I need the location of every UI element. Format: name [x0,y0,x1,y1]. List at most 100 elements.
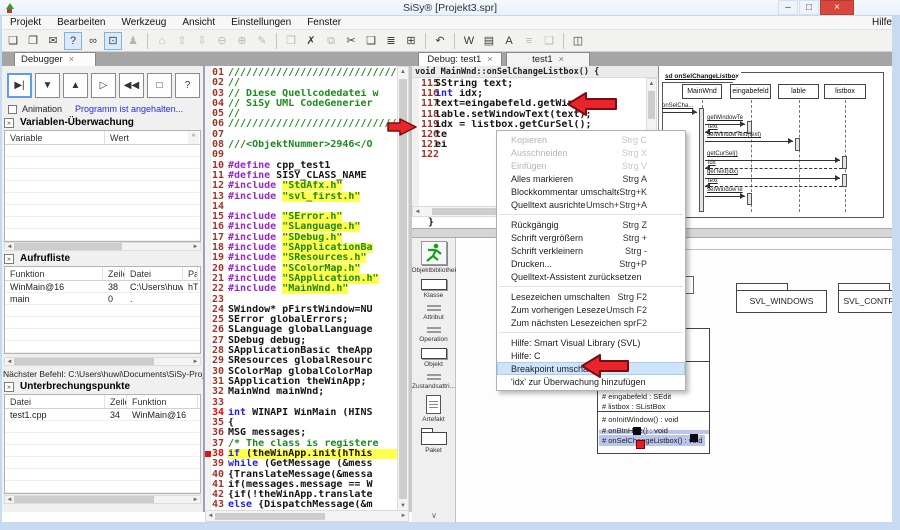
lifeline-mainwnd[interactable]: MainWnd [682,84,722,99]
selection-handle[interactable] [690,434,698,442]
scroll-right-icon[interactable]: ► [191,243,200,251]
variables-hscrollbar[interactable]: ◄ ► [4,242,201,251]
export-word-icon[interactable]: W [460,32,478,50]
palette-artefakt[interactable]: Artefakt [412,395,456,423]
palette-attribut[interactable]: Attribut [412,304,456,321]
callstack-table[interactable]: FunktionZeileDateiPaWinMain@1638C:\Users… [4,266,201,354]
column-header-zeile[interactable]: Zeile [103,267,125,280]
step-out-button[interactable]: ▲ [63,73,88,98]
class-attribute[interactable]: # eingabefeld : SEdit [602,392,671,402]
paste-icon[interactable]: ❑ [362,32,380,50]
context-menu-item-lesezeichen-umschalten[interactable]: Lesezeichen umschaltenStrg F2 [497,290,685,303]
scroll-left-icon[interactable]: ◄ [206,512,215,520]
context-menu-item-alles-markieren[interactable]: Alles markierenStrg A [497,172,685,185]
code-line-30[interactable]: 30SColorMap globalColorMap [205,367,397,377]
code-line-20[interactable]: 20#include "SColorMap.h" [205,264,397,274]
code-line-09[interactable]: 09 [205,150,397,160]
code-line-14[interactable]: 14 [205,202,397,212]
breakpoints-table[interactable]: DateiZeileFunktiontest1.cpp34WinMain@16 [4,394,201,494]
code-line-34[interactable]: 34int WINAPI WinMain (HINS [205,408,397,418]
palette-collapse-icon[interactable]: ∨ [412,511,456,520]
code-line-35[interactable]: 35{ [205,418,397,428]
context-menu-item-r-ckg-ngig[interactable]: RückgängigStrg Z [497,218,685,231]
undo-icon[interactable]: ↶ [431,32,449,50]
scroll-thumb[interactable] [648,91,655,119]
context-menu-item-hilfe-smart-visual-library-svl[interactable]: Hilfe: Smart Visual Library (SVL) [497,336,685,349]
package-svl-windows[interactable]: SVL_WINDOWS [736,283,827,313]
code-line-29[interactable]: 29SResources globalResourc [205,356,397,366]
context-menu-item-drucken[interactable]: Drucken...Strg+P [497,257,685,270]
scroll-thumb[interactable] [14,243,122,250]
context-menu-item-schrift-verkleinern[interactable]: Schrift verkleinernStrg - [497,244,685,257]
maximize-button[interactable]: □ [799,0,819,15]
section-breakpoints[interactable]: » Unterbrechungspunkte [4,381,130,392]
column-header-funktion[interactable]: Funktion [127,395,198,408]
collapse-icon[interactable]: » [4,118,14,128]
context-menu-item-zum-n-chsten-lesezeichen-springen[interactable]: Zum nächsten Lesezeichen springenF2 [497,316,685,329]
close-button[interactable]: × [820,0,854,15]
scroll-thumb[interactable] [14,358,154,365]
palette-paket[interactable]: Paket [412,428,456,454]
variables-table[interactable]: ^ VariableWert [4,130,201,242]
lifeline-eingabefeld[interactable]: eingabefeld [730,84,771,99]
code-line-02[interactable]: 02// [205,78,397,88]
table-row[interactable]: WinMain@1638C:\Users\huwi\...hTI [5,281,200,293]
font-icon[interactable]: A [500,32,518,50]
code-line-18[interactable]: 18#include "SApplicationBa [205,243,397,253]
print-icon[interactable]: ▤ [480,32,498,50]
code-line-13[interactable]: 13#include "svl_first.h" [205,192,397,202]
grid-view-icon[interactable]: ⊞ [402,32,420,50]
code-line-41[interactable]: 41if(messages.message == W [205,480,397,490]
code-line-23[interactable]: 23 [205,295,397,305]
code-line-16[interactable]: 16#include "SLanguage.h" [205,222,397,232]
palette-objekt[interactable]: Objekt [412,348,456,368]
menu-einstellungen[interactable]: Einstellungen [223,16,299,30]
class-operation[interactable]: # onInitWindow() : void [602,415,678,425]
context-menu-item-quelltext-assistent-zur-cksetzen[interactable]: Quelltext-Assistent zurücksetzen [497,270,685,283]
code-line-03[interactable]: 03// Diese Quellcodedatei w [205,89,397,99]
lifeline-listbox[interactable]: listbox [824,84,866,99]
column-header-datei[interactable]: Datei [125,267,183,280]
collapse-icon[interactable]: » [4,254,14,264]
code-line-26[interactable]: 26SLanguage globalLanguage [205,325,397,335]
list-view-icon[interactable]: ≣ [382,32,400,50]
selection-handle[interactable] [633,427,641,435]
delete-icon[interactable]: ✗ [302,32,320,50]
code-line-17[interactable]: 17#include "SDebug.h" [205,233,397,243]
code-line-27[interactable]: 27SDebug debug; [205,336,397,346]
code-line-42[interactable]: 42{if(!theWinApp.translate [205,490,397,500]
scroll-right-icon[interactable]: ► [191,358,200,366]
column-header-pa[interactable]: Pa [183,267,198,280]
code-line-01[interactable]: 01//////////////////////////////// [205,68,397,78]
help-source-button[interactable]: ? [175,73,200,98]
code-editor[interactable]: 01////////////////////////////////02//03… [205,66,397,512]
collapse-icon[interactable]: » [4,382,14,392]
tab-debugger[interactable]: Debugger × [14,52,96,66]
menu-hilfe[interactable]: Hilfe [872,16,892,30]
code-line-04[interactable]: 04// SiSy UML CodeGenerier [205,99,397,109]
column-header-wert[interactable]: Wert [105,131,189,144]
class-attribute[interactable]: # listbox : SListBox [602,402,665,412]
code-line-11[interactable]: 11#define SISY_CLASS_NAME [205,171,397,181]
column-header-zeile[interactable]: Zeile [105,395,127,408]
code-line-25[interactable]: 25SError globalErrors; [205,315,397,325]
step-into-button[interactable]: ▶| [7,73,32,98]
menu-werkzeug[interactable]: Werkzeug [114,16,175,30]
open-file-icon[interactable]: ❐ [24,32,42,50]
close-icon[interactable]: × [69,55,74,64]
editor-hscrollbar[interactable]: ◄ ► [205,510,409,522]
section-variables[interactable]: » Variablen-Überwachung [4,117,134,128]
scroll-right-icon[interactable]: ► [399,512,408,520]
code-line-19[interactable]: 19#include "SResources.h" [205,253,397,263]
palette-operation[interactable]: Operation [412,326,456,343]
code-line-06[interactable]: 06//////////////////////////////// [205,119,397,129]
new-file-icon[interactable]: ❏ [4,32,22,50]
column-header-variable[interactable]: Variable [5,131,105,144]
menu-bearbeiten[interactable]: Bearbeiten [49,16,113,30]
scroll-thumb[interactable] [14,496,154,503]
scroll-left-icon[interactable]: ◄ [5,358,14,366]
package-svl-contr[interactable]: SVL_CONTR [838,283,900,313]
help-book-icon[interactable]: ◫ [569,32,587,50]
menu-projekt[interactable]: Projekt [2,16,49,30]
menu-fenster[interactable]: Fenster [299,16,349,30]
